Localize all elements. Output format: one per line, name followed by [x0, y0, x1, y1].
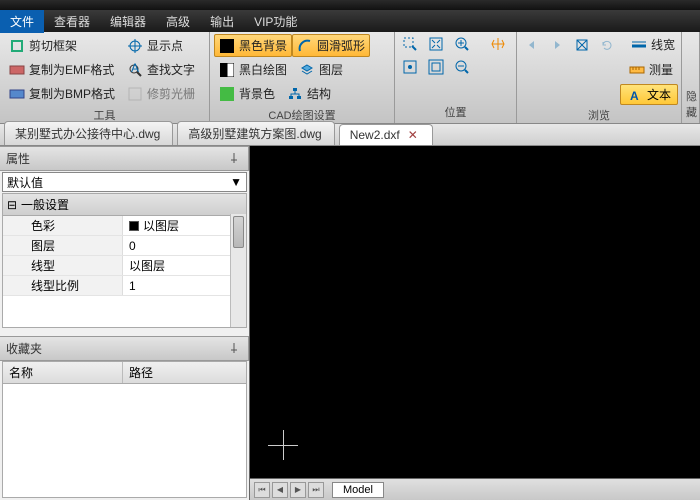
zoom-extents-icon[interactable]: [425, 34, 447, 54]
copy-bmp-button[interactable]: 复制为BMP格式: [4, 82, 120, 105]
show-point-button[interactable]: 显示点: [122, 34, 200, 57]
pan-icon[interactable]: [487, 34, 509, 54]
svg-text:A: A: [131, 62, 139, 75]
file-tab-label: 高级别墅建筑方案图.dwg: [188, 125, 321, 142]
favorites-list[interactable]: [2, 384, 247, 498]
tab-nav-first[interactable]: ⏮: [254, 482, 270, 498]
pin-icon[interactable]: [228, 152, 242, 166]
text-icon: A: [627, 87, 643, 103]
svg-text:A: A: [630, 89, 639, 102]
measure-button[interactable]: 测量: [624, 58, 678, 81]
menu-vip[interactable]: VIP功能: [244, 10, 307, 33]
favorites-panel-title: 收藏夹: [0, 336, 249, 361]
tab-nav-prev[interactable]: ◀: [272, 482, 288, 498]
crop-icon: [9, 38, 25, 54]
file-tab-label: 某别墅式办公接待中心.dwg: [15, 125, 160, 142]
close-icon[interactable]: ✕: [406, 128, 420, 142]
menu-viewer[interactable]: 查看器: [44, 10, 100, 33]
file-tab[interactable]: 某别墅式办公接待中心.dwg: [4, 121, 173, 145]
search-text-icon: A: [127, 62, 143, 78]
scrollbar[interactable]: [230, 214, 246, 327]
ucs-icon: [268, 430, 298, 460]
zoom-in-icon[interactable]: [451, 34, 473, 54]
layer-button[interactable]: 图层: [294, 58, 348, 81]
emf-icon: [9, 62, 25, 78]
menu-bar: 文件 查看器 编辑器 高级 输出 VIP功能: [0, 10, 700, 32]
zoom-all-icon[interactable]: [425, 57, 447, 77]
property-grid: ⊟一般设置 色彩以图层 图层0 线型以图层 线型比例1: [2, 193, 247, 328]
bw-icon: [219, 62, 235, 78]
column-header[interactable]: 路径: [123, 362, 159, 383]
model-tab-bar: ⏮ ◀ ▶ ⏭ Model: [250, 478, 700, 500]
file-tab-label: New2.dxf: [350, 128, 400, 142]
find-text-button[interactable]: A查找文字: [122, 58, 200, 81]
trim-icon: [127, 86, 143, 102]
black-bg-button[interactable]: 黑色背景: [214, 34, 292, 57]
bmp-icon: [9, 86, 25, 102]
bgcolor-button[interactable]: 背景色: [214, 82, 280, 105]
property-row[interactable]: 线型比例1: [3, 276, 246, 296]
bgcolor-icon: [219, 86, 235, 102]
crop-frame-button[interactable]: 剪切框架: [4, 34, 120, 57]
drawing-canvas[interactable]: [250, 146, 700, 478]
pin-icon[interactable]: [228, 342, 242, 356]
linewidth-button[interactable]: 线宽: [628, 34, 678, 55]
chevron-down-icon: ▼: [230, 175, 242, 189]
combo-value: 默认值: [7, 174, 43, 191]
menu-editor[interactable]: 编辑器: [100, 10, 156, 33]
menu-file[interactable]: 文件: [0, 10, 44, 33]
zoom-window-icon[interactable]: [399, 34, 421, 54]
properties-panel-title: 属性: [0, 146, 249, 171]
smooth-arc-button[interactable]: 圆滑弧形: [292, 34, 370, 57]
zoom-out-icon[interactable]: [451, 57, 473, 77]
zoom-fit-icon[interactable]: [399, 57, 421, 77]
property-row[interactable]: 色彩以图层: [3, 216, 246, 236]
property-row[interactable]: 图层0: [3, 236, 246, 256]
menu-advanced[interactable]: 高级: [156, 10, 200, 33]
tab-nav-last[interactable]: ⏭: [308, 482, 324, 498]
crosshair-icon: [127, 38, 143, 54]
property-category[interactable]: ⊟一般设置: [3, 194, 246, 216]
column-header[interactable]: 名称: [3, 362, 123, 383]
color-swatch: [129, 221, 139, 231]
file-tab-bar: 某别墅式办公接待中心.dwg 高级别墅建筑方案图.dwg New2.dxf ✕: [0, 124, 700, 146]
favorites-header: 名称 路径: [2, 361, 247, 384]
nav-forward-icon: [546, 35, 568, 55]
file-tab[interactable]: 高级别墅建筑方案图.dwg: [177, 121, 334, 145]
property-filter-combo[interactable]: 默认值 ▼: [2, 172, 247, 192]
file-tab[interactable]: New2.dxf ✕: [339, 124, 433, 145]
black-bg-icon: [219, 38, 235, 54]
nav-refresh-icon: [596, 35, 618, 55]
ribbon: 剪切框架 复制为EMF格式 复制为BMP格式 显示点 A查找文字 修剪光栅 工具…: [0, 32, 700, 124]
ruler-icon: [629, 62, 645, 78]
nav-home-icon[interactable]: [571, 35, 593, 55]
structure-icon: [287, 86, 303, 102]
property-row[interactable]: 线型以图层: [3, 256, 246, 276]
copy-emf-button[interactable]: 复制为EMF格式: [4, 58, 120, 81]
text-button[interactable]: A文本: [620, 84, 678, 105]
model-tab[interactable]: Model: [332, 482, 384, 498]
linewidth-icon: [631, 37, 647, 53]
menu-output[interactable]: 输出: [200, 10, 244, 33]
trim-raster-button[interactable]: 修剪光栅: [122, 82, 200, 105]
group-caption-hide: 隐藏: [686, 86, 695, 123]
layer-icon: [299, 62, 315, 78]
tab-nav-next[interactable]: ▶: [290, 482, 306, 498]
structure-button[interactable]: 结构: [282, 82, 336, 105]
nav-back-icon: [521, 35, 543, 55]
bw-draw-button[interactable]: 黑白绘图: [214, 58, 292, 81]
arc-icon: [297, 38, 313, 54]
group-caption-browse: 浏览: [521, 105, 677, 126]
group-caption-position: 位置: [399, 102, 512, 123]
